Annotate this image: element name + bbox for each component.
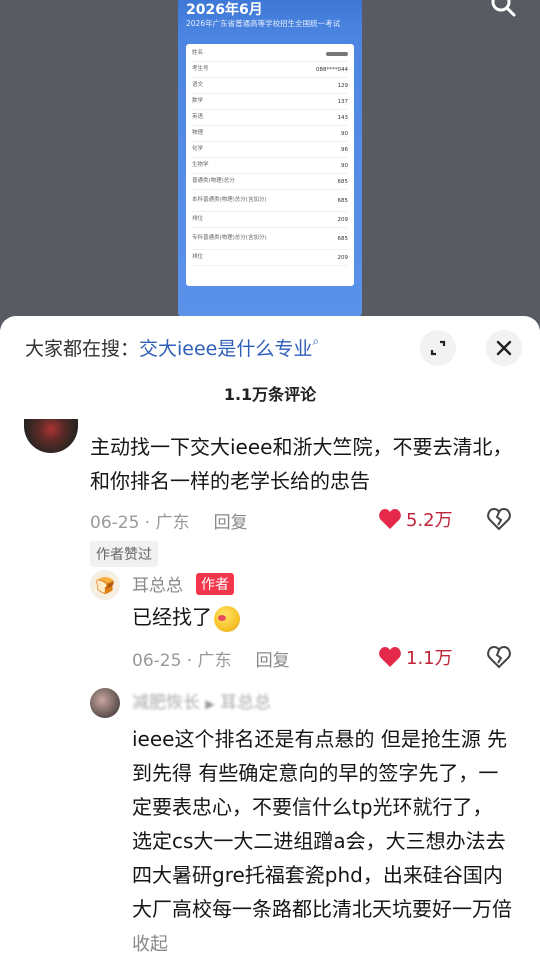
score-label: 专科普通类(物理)总分(含加分): [192, 235, 267, 241]
score-label: 英语: [192, 114, 204, 120]
score-value: 685: [337, 235, 349, 242]
author-badge: 作者: [196, 573, 234, 595]
reply-text-content: 已经找了: [132, 605, 212, 629]
score-label: 数学: [192, 98, 204, 104]
score-label: 化学: [192, 146, 204, 152]
score-label: 生物学: [192, 162, 209, 168]
reply-to-name: 耳总总: [220, 693, 272, 713]
score-label: 物理: [192, 130, 204, 136]
expand-button[interactable]: [420, 330, 456, 366]
score-row: 生物学 90: [192, 158, 348, 174]
close-icon: [496, 340, 512, 356]
heart-icon: [379, 647, 401, 667]
score-row: 化学 96: [192, 142, 348, 158]
score-value: 685: [337, 197, 349, 204]
score-value: 685: [337, 178, 349, 185]
reply-date-location: 06-25 · 广东: [132, 651, 232, 671]
score-row: 专科普通类(物理)总分(含加分) 685: [192, 228, 348, 250]
avatar[interactable]: [90, 688, 120, 718]
score-label: 排位: [192, 254, 204, 260]
score-label: 本科普通类(物理)总分(含加分): [192, 197, 267, 203]
comment-sheet: 大家都在搜：交大ieee是什么专业⌕ 1.1万条评论 主动找一下交大ieee和浙…: [0, 316, 540, 968]
search-icon[interactable]: [490, 0, 516, 20]
like-count: 5.2万: [406, 510, 453, 531]
score-row: 姓名: [192, 46, 348, 62]
reply-button[interactable]: 回复: [256, 651, 290, 671]
comment-count: 1.1万条评论: [223, 385, 317, 404]
trending-search[interactable]: 大家都在搜：交大ieee是什么专业⌕: [25, 334, 319, 361]
trending-search-keyword[interactable]: 交大ieee是什么专业: [139, 338, 312, 360]
score-label: 语文: [192, 82, 204, 88]
score-row: 英语 143: [192, 110, 348, 126]
score-value: 209: [337, 254, 349, 261]
reply-text: 已经找了: [132, 600, 240, 634]
like-button[interactable]: 1.1万: [378, 644, 453, 670]
score-row: 考生号 088****044: [192, 62, 348, 78]
close-button[interactable]: [486, 330, 522, 366]
reply-author-name: 减肥恢长: [132, 693, 200, 713]
reply-meta: 06-25 · 广东 回复: [132, 646, 290, 671]
score-value: 088****044: [316, 66, 348, 73]
score-title: 2026年6月: [186, 2, 263, 18]
score-label: 排位: [192, 216, 204, 222]
dislike-icon[interactable]: [486, 506, 512, 532]
comment-date-location: 06-25 · 广东: [90, 513, 190, 533]
avatar[interactable]: 🍞: [90, 570, 120, 600]
score-value: 137: [337, 98, 349, 105]
score-row: 语文 129: [192, 78, 348, 94]
collapse-button[interactable]: 收起: [132, 934, 168, 955]
score-row: 排位 209: [192, 212, 348, 228]
video-player[interactable]: 2026年6月 2026年广东省普通高等学校招生全国统一考试 姓名考生号 088*…: [0, 0, 540, 330]
like-count: 1.1万: [406, 648, 453, 669]
score-label: 普通类(物理)总分: [192, 178, 235, 184]
score-table: 姓名考生号 088****044 语文 129 数学 137 英语 143 物理 90 化学 96 生物…: [186, 44, 354, 286]
emoji-icon: [214, 605, 240, 632]
score-value: 129: [337, 82, 349, 89]
reply-button[interactable]: 回复: [214, 513, 248, 533]
score-report-card: 2026年6月 2026年广东省普通高等学校招生全国统一考试 姓名考生号 088*…: [178, 0, 362, 318]
reply-header[interactable]: 减肥恢长 ▶ 耳总总: [132, 688, 271, 713]
score-row: 排位 209: [192, 250, 348, 266]
reply-author-name[interactable]: 耳总总: [132, 571, 183, 596]
score-label: 考生号: [192, 66, 209, 72]
heart-icon: [379, 509, 401, 529]
score-subtitle: 2026年广东省普通高等学校招生全国统一考试: [186, 19, 341, 28]
comment-text: 主动找一下交大ieee和浙大竺院，不要去清北，和你排名一样的老学长给的忠告: [90, 435, 513, 493]
score-value: 90: [341, 162, 348, 169]
masked-value: [326, 51, 348, 56]
reply-text: ieee这个排名还是有点悬的 但是抢生源 先到先得 有些确定意向的早的签字先了，…: [132, 722, 512, 962]
score-value: 96: [341, 146, 348, 153]
comment-meta: 06-25 · 广东 回复: [90, 508, 248, 533]
author-liked-badge: 作者赞过: [90, 541, 158, 567]
search-small-icon: ⌕: [312, 334, 320, 348]
reply-text-content: ieee这个排名还是有点悬的 但是抢生源 先到先得 有些确定意向的早的签字先了，…: [132, 727, 512, 921]
reply-arrow-icon: ▶: [205, 697, 215, 711]
trending-search-prefix: 大家都在搜：: [25, 338, 140, 360]
score-label: 姓名: [192, 50, 204, 56]
score-row: 数学 137: [192, 94, 348, 110]
score-row: 物理 90: [192, 126, 348, 142]
score-value: 90: [341, 130, 348, 137]
expand-icon: [430, 340, 446, 356]
like-button[interactable]: 5.2万: [378, 506, 453, 532]
dislike-icon[interactable]: [486, 644, 512, 670]
score-value: 209: [337, 216, 349, 223]
score-row: 本科普通类(物理)总分(含加分) 685: [192, 190, 348, 212]
score-row: 普通类(物理)总分 685: [192, 174, 348, 190]
avatar[interactable]: [24, 419, 78, 453]
score-value: 143: [337, 114, 349, 121]
